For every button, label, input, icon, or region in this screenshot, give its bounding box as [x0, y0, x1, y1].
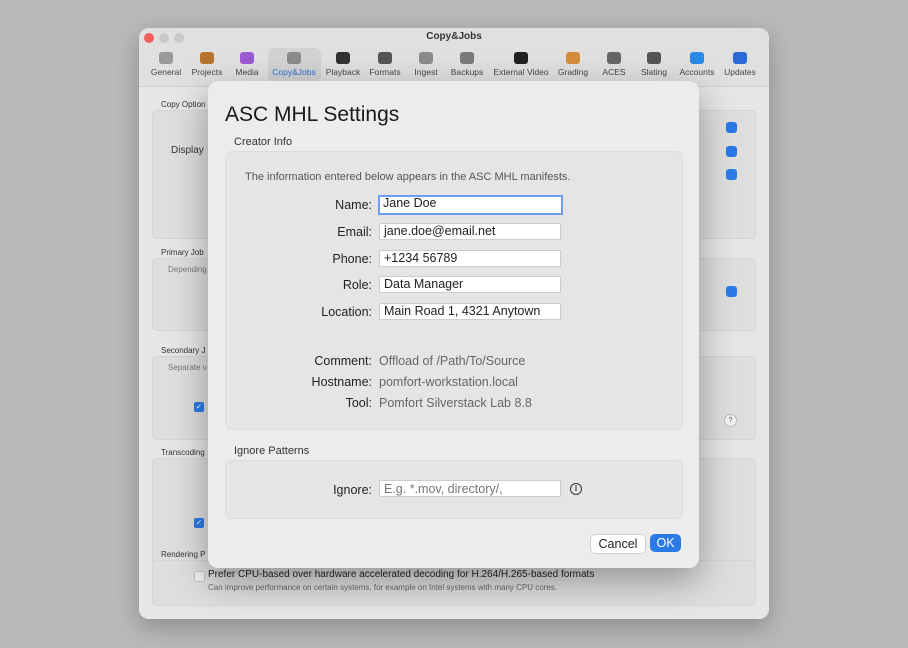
toolbar-item-label: General: [150, 67, 182, 77]
backups-icon: [460, 52, 474, 64]
cancel-button[interactable]: Cancel: [590, 534, 646, 554]
toolbar-item-projects[interactable]: Projects: [183, 48, 231, 82]
toolbar-item-label: Media: [235, 67, 259, 77]
name-label: Name:: [335, 198, 372, 212]
tool-value: Pomfort Silverstack Lab 8.8: [379, 396, 532, 410]
toolbar-item-ingest[interactable]: Ingest: [407, 48, 445, 82]
popup-stepper-4[interactable]: [726, 286, 737, 297]
toolbar-item-label: Accounts: [679, 67, 715, 77]
comment-value: Offload of /Path/To/Source: [379, 354, 526, 368]
toolbar-item-label: Slating: [641, 67, 667, 77]
popup-stepper-3[interactable]: [726, 169, 737, 180]
phone-label: Phone:: [332, 252, 372, 266]
toolbar-item-label: External Video: [493, 67, 549, 77]
help-button[interactable]: ?: [724, 414, 737, 427]
hostname-value: pomfort-workstation.local: [379, 375, 518, 389]
transcoding-header: Transcoding: [161, 448, 205, 457]
cpu-decoding-label: Prefer CPU-based over hardware accelerat…: [208, 569, 595, 580]
ingest-icon: [419, 52, 433, 64]
tool-label: Tool:: [345, 396, 372, 410]
creator-info-text: The information entered below appears in…: [245, 171, 571, 183]
info-icon[interactable]: i: [570, 483, 582, 495]
name-field[interactable]: Jane Doe: [378, 195, 563, 215]
at-icon: [690, 52, 704, 64]
secondary-job-desc: Separate v: [168, 363, 207, 372]
popup-stepper-1[interactable]: [726, 122, 737, 133]
creator-info-header: Creator Info: [234, 136, 293, 148]
formats-icon: [378, 52, 392, 64]
toolbar-item-label: Playback: [325, 67, 361, 77]
comment-label: Comment:: [314, 354, 372, 368]
dialog-title: ASC MHL Settings: [225, 103, 400, 126]
popup-stepper-2[interactable]: [726, 146, 737, 157]
toolbar-item-label: Projects: [191, 67, 223, 77]
display-label: Display: [171, 145, 204, 156]
color-wheel-icon: [566, 52, 580, 64]
toolbar-item-copy-jobs[interactable]: Copy&Jobs: [267, 48, 321, 82]
email-label: Email:: [337, 225, 372, 239]
toolbar-item-slating[interactable]: Slating: [633, 48, 676, 82]
window-titlebar: Copy&Jobs General Projects Media Copy&Jobs P…: [139, 28, 769, 87]
ignore-patterns-header: Ignore Patterns: [234, 445, 310, 457]
toolbar-item-accounts[interactable]: Accounts: [673, 48, 721, 82]
toolbar-item-media[interactable]: Media: [230, 48, 264, 82]
toolbar-item-formats[interactable]: Formats: [364, 48, 407, 82]
clapper-icon: [647, 52, 661, 64]
cpu-decoding-desc: Can improve performance on certain syste…: [208, 583, 558, 592]
ignore-label: Ignore:: [333, 483, 372, 497]
secondary-checkbox[interactable]: ✓: [194, 402, 204, 412]
playback-icon: [336, 52, 350, 64]
location-label: Location:: [321, 305, 372, 319]
toolbar-item-updates[interactable]: Updates: [719, 48, 762, 82]
toolbar-item-general[interactable]: General: [145, 48, 188, 82]
cpu-decoding-checkbox[interactable]: [194, 571, 205, 582]
gear-icon: [287, 52, 301, 64]
toolbar-item-playback[interactable]: Playback: [319, 48, 367, 82]
email-field[interactable]: jane.doe@email.net: [379, 223, 561, 240]
toolbar-item-label: Copy&Jobs: [272, 67, 316, 77]
role-label: Role:: [342, 278, 372, 292]
toolbar-item-label: Updates: [724, 67, 756, 77]
primary-job-header: Primary Job: [161, 248, 204, 257]
phone-field[interactable]: +1234 56789: [379, 250, 561, 267]
toolbar-item-label: Ingest: [414, 67, 438, 77]
secondary-job-header: Secondary J: [161, 346, 206, 355]
updates-icon: [733, 52, 747, 64]
ignore-patterns-input[interactable]: [379, 480, 561, 497]
role-field[interactable]: Data Manager: [379, 276, 561, 293]
general-icon: [159, 52, 173, 64]
location-field[interactable]: Main Road 1, 4321 Anytown: [379, 303, 561, 320]
primary-job-desc: Depending: [168, 265, 207, 274]
toolbar-item-external-video[interactable]: External Video: [482, 48, 560, 82]
toolbar-item-aces[interactable]: ACES: [597, 48, 631, 82]
rendering-header: Rendering P: [161, 550, 206, 559]
toolbar-item-label: Formats: [369, 67, 401, 77]
toolbar-item-grading[interactable]: Grading: [552, 48, 595, 82]
projects-icon: [200, 52, 214, 64]
media-icon: [240, 52, 254, 64]
ok-button[interactable]: OK: [650, 534, 681, 552]
transcoding-checkbox[interactable]: ✓: [194, 518, 204, 528]
window-title: Copy&Jobs: [426, 31, 482, 42]
aces-icon: [607, 52, 621, 64]
toolbar-item-label: Grading: [557, 67, 589, 77]
asc-mhl-settings-dialog: ASC MHL Settings Creator Info The inform…: [208, 81, 699, 568]
monitor-icon: [514, 52, 528, 64]
hostname-label: Hostname:: [311, 375, 372, 389]
toolbar-item-label: ACES: [602, 67, 626, 77]
copy-options-header: Copy Option: [161, 100, 206, 109]
